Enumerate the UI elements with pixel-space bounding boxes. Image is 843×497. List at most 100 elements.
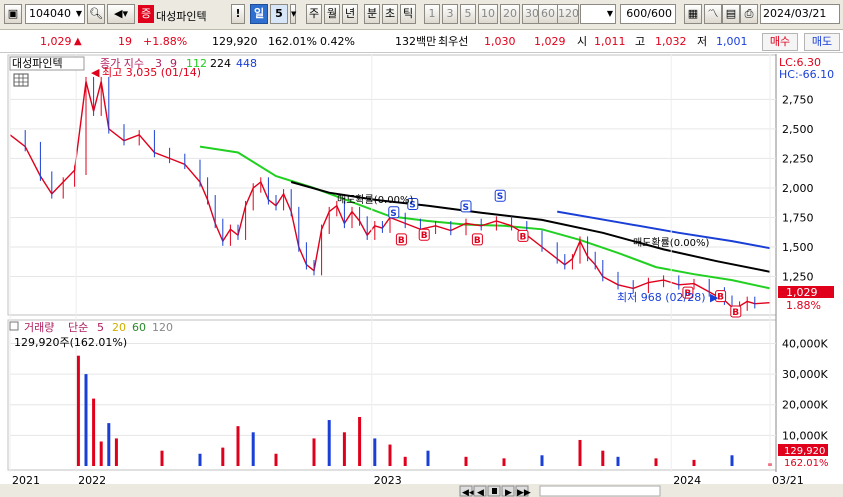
best-ask: 1,030 bbox=[484, 35, 516, 48]
low-marker-arrow: ▶ bbox=[710, 291, 719, 304]
volume-bar bbox=[342, 432, 346, 466]
scroll-track[interactable] bbox=[0, 484, 843, 497]
volume-bar bbox=[373, 438, 377, 466]
sell-signal-label: S bbox=[390, 209, 396, 219]
chevron-down-icon: ▼ bbox=[606, 9, 613, 18]
volume-bar bbox=[327, 420, 331, 466]
table-icon[interactable] bbox=[13, 73, 29, 87]
price-tick-label: 1,750 bbox=[782, 211, 814, 224]
buy-signal-label: B bbox=[732, 308, 739, 318]
volume-bar bbox=[251, 432, 255, 466]
volume-bar bbox=[403, 456, 407, 466]
scroll-prev-icon: ◀ bbox=[477, 488, 484, 497]
buy-signal-label: B bbox=[398, 236, 405, 246]
legend-ma-224: 224 bbox=[210, 57, 231, 70]
volume: 129,920 bbox=[212, 35, 258, 48]
volume-bar bbox=[99, 441, 103, 466]
volume-bar bbox=[540, 455, 544, 466]
high-marker: 최고 3,035 (01/14) bbox=[102, 66, 201, 79]
volume-bar bbox=[76, 355, 80, 466]
sell-signal-label: S bbox=[497, 192, 503, 202]
volume-type: 단순 bbox=[68, 321, 88, 334]
sell-button[interactable]: 매도 bbox=[804, 33, 840, 51]
interval-60[interactable]: 60 bbox=[538, 4, 558, 24]
period-minute-button[interactable]: 분 bbox=[364, 4, 380, 24]
period-tick-button[interactable]: 틱 bbox=[400, 4, 416, 24]
price-tick-label: 1,250 bbox=[782, 271, 814, 284]
volume-bar bbox=[84, 374, 88, 466]
chevron-down-icon[interactable]: ▼ bbox=[290, 4, 296, 24]
volume-bar bbox=[654, 458, 658, 466]
volume-bar bbox=[730, 455, 734, 466]
sell-probability-2: 매도확률(0.00%) bbox=[633, 237, 709, 249]
sell-signal-label: S bbox=[463, 203, 469, 213]
turnover: 0.42% bbox=[320, 35, 355, 48]
period-num-select[interactable]: 5 bbox=[270, 4, 288, 24]
grid-icon[interactable]: ▦ bbox=[684, 4, 702, 24]
volume-bar bbox=[236, 426, 240, 466]
period-month-button[interactable]: 월 bbox=[324, 4, 340, 24]
price-tick-label: 2,000 bbox=[782, 182, 814, 195]
volume-bar bbox=[601, 450, 605, 466]
up-arrow-icon: ▲ bbox=[74, 36, 82, 47]
chevron-down-icon: ▼ bbox=[75, 9, 82, 18]
print-icon[interactable]: ⎙ bbox=[740, 4, 758, 24]
buy-button[interactable]: 매수 bbox=[762, 33, 798, 51]
period-second-button[interactable]: 초 bbox=[382, 4, 398, 24]
interval-1[interactable]: 1 bbox=[424, 4, 440, 24]
interval-20[interactable]: 20 bbox=[500, 4, 520, 24]
volume-bar bbox=[578, 439, 582, 466]
price-tick-label: 2,750 bbox=[782, 93, 814, 106]
price-tick-label: 2,500 bbox=[782, 123, 814, 136]
date-input[interactable]: 2024/03/21 bbox=[760, 4, 840, 24]
market-badge: 증 bbox=[138, 5, 154, 23]
volume-bar bbox=[198, 453, 202, 466]
period-year-button[interactable]: 년 bbox=[342, 4, 358, 24]
volume-bar bbox=[114, 438, 118, 466]
volume-bar bbox=[107, 423, 111, 466]
interval-120[interactable]: 120 bbox=[557, 4, 579, 24]
volume-bar bbox=[274, 453, 278, 466]
open-label: 시 bbox=[577, 35, 588, 48]
volume-ma-120: 120 bbox=[152, 321, 173, 334]
interval-10[interactable]: 10 bbox=[478, 4, 498, 24]
scroll-thumb-area[interactable] bbox=[539, 485, 661, 497]
volume-ma-20: 20 bbox=[112, 321, 126, 334]
stock-code-input[interactable]: 104040 ▼ bbox=[25, 4, 85, 24]
best-ask-label: 최우선 bbox=[438, 35, 469, 48]
volume-ma-60: 60 bbox=[132, 321, 146, 334]
volume-title: 거래량 bbox=[24, 321, 54, 334]
volume-tag: 129,920 bbox=[784, 446, 825, 457]
trade-value: 132백만 bbox=[395, 35, 437, 48]
high-price: 1,032 bbox=[655, 35, 687, 48]
interval-5[interactable]: 5 bbox=[460, 4, 476, 24]
volume-ma-5: 5 bbox=[97, 321, 104, 334]
price-volume-chart[interactable]: 2,750 2,500 2,250 2,000 1,750 1,500 1,250 40,0… bbox=[0, 54, 843, 497]
search-icon[interactable]: 🔍︎ bbox=[87, 4, 105, 24]
save-icon[interactable]: ▤ bbox=[722, 4, 740, 24]
legend-stock-name: 대성파인텍 bbox=[12, 57, 63, 70]
volume-bar bbox=[692, 459, 696, 466]
volume-panel-icon[interactable] bbox=[9, 321, 19, 331]
period-week-button[interactable]: 주 bbox=[306, 4, 322, 24]
window-icon[interactable]: ▣ bbox=[4, 4, 22, 24]
period-day-button[interactable]: 일 bbox=[250, 4, 268, 24]
legend-ma-448: 448 bbox=[236, 57, 257, 70]
buy-signal-label: B bbox=[421, 231, 428, 241]
volume-bar bbox=[358, 416, 362, 466]
sell-probability-1: 매도확률(0.00%) bbox=[337, 194, 413, 206]
low-label: 저 bbox=[697, 35, 708, 48]
price-tick-label: 1,500 bbox=[782, 241, 814, 254]
quote-row: 1,029 ▲ 19 +1.88% 129,920 162.01% 0.42% … bbox=[0, 31, 843, 53]
count-input[interactable]: 600/600 bbox=[620, 4, 676, 24]
price-tick-label: 2,250 bbox=[782, 152, 814, 165]
chart-background bbox=[0, 54, 843, 497]
sound-icon[interactable]: ◀▾ bbox=[107, 4, 135, 24]
interval-select[interactable]: ▼ bbox=[580, 4, 616, 24]
best-bid: 1,029 bbox=[534, 35, 566, 48]
interval-3[interactable]: 3 bbox=[442, 4, 458, 24]
buy-signal-label: B bbox=[520, 232, 527, 242]
volume-bar bbox=[464, 456, 468, 466]
alert-icon[interactable]: ! bbox=[231, 4, 245, 24]
chart-type-icon[interactable]: 〽 bbox=[704, 4, 722, 24]
